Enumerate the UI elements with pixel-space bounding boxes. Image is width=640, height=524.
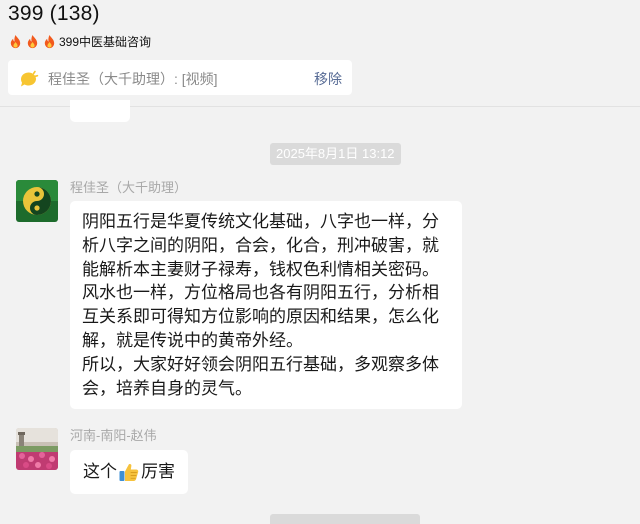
message-bubble[interactable]: 阴阳五行是华夏传统文化基础，八字也一样，分析八字之间的阴阳，合会，化合，刑冲破害… bbox=[70, 201, 462, 410]
yin-yang-avatar[interactable] bbox=[16, 180, 58, 222]
pinned-message-icon bbox=[20, 70, 39, 87]
flower-photo-avatar[interactable] bbox=[16, 428, 58, 470]
group-notice-text: 399中医基础咨询 bbox=[59, 34, 152, 49]
previous-message-bubble[interactable] bbox=[70, 100, 130, 122]
remove-pin-button[interactable]: 移除 bbox=[314, 69, 342, 89]
sender-name: 程佳圣（大千助理） bbox=[70, 180, 188, 195]
message-paragraph: 风水也一样，方位格局也各有阴阳五行，分析相互关系即可得知方位影响的原因和结果，怎… bbox=[82, 283, 439, 350]
fire-icon bbox=[27, 34, 38, 48]
pinned-message-bar[interactable]: 程佳圣（大千助理）: [视频] 移除 bbox=[8, 60, 352, 95]
fire-icon bbox=[10, 34, 21, 48]
chat-title[interactable]: 399 (138) bbox=[8, 2, 100, 26]
group-notice[interactable]: 399中医基础咨询 bbox=[8, 32, 151, 50]
chat-header: 399 (138) 399中医基础咨询 程佳圣（大千助理）: [视频] 移除 bbox=[0, 0, 640, 106]
message-timestamp: 2025年8月1日 13:12 bbox=[270, 143, 401, 165]
message-text: 这个 bbox=[83, 462, 117, 482]
message-bubble[interactable]: 这个 厉害 bbox=[70, 450, 188, 494]
sender-name: 河南-南阳-赵伟 bbox=[70, 428, 157, 443]
message-paragraph: 阴阳五行是华夏传统文化基础，八字也一样，分析八字之间的阴阳，合会，化合，刑冲破害… bbox=[82, 212, 439, 279]
message-text: 厉害 bbox=[141, 462, 175, 482]
message-paragraph: 所以，大家好好领会阴阳五行基础，多观察多体会，培养自身的灵气。 bbox=[82, 354, 439, 398]
pinned-message-text: 程佳圣（大千助理）: [视频] bbox=[48, 71, 218, 87]
thumbs-up-emoji bbox=[119, 464, 139, 481]
fire-icon bbox=[44, 34, 55, 48]
next-timestamp-edge bbox=[270, 514, 420, 524]
